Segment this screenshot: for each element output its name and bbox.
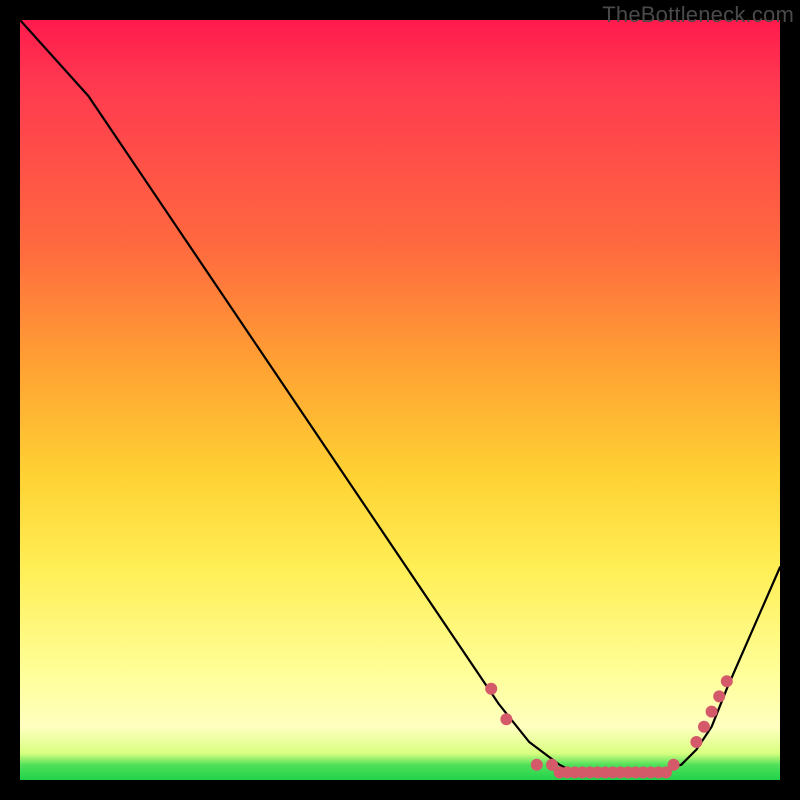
- marker-dot: [485, 683, 497, 695]
- marker-dot: [531, 759, 543, 771]
- curve-markers: [485, 675, 733, 778]
- marker-dot: [698, 721, 710, 733]
- marker-dot: [706, 706, 718, 718]
- watermark-text: TheBottleneck.com: [602, 2, 794, 28]
- marker-dot: [713, 690, 725, 702]
- marker-dot: [668, 759, 680, 771]
- marker-dot: [721, 675, 733, 687]
- marker-dot: [690, 736, 702, 748]
- curve-line: [20, 20, 780, 772]
- chart-frame: [20, 20, 780, 780]
- marker-dot: [500, 713, 512, 725]
- chart-svg: [20, 20, 780, 780]
